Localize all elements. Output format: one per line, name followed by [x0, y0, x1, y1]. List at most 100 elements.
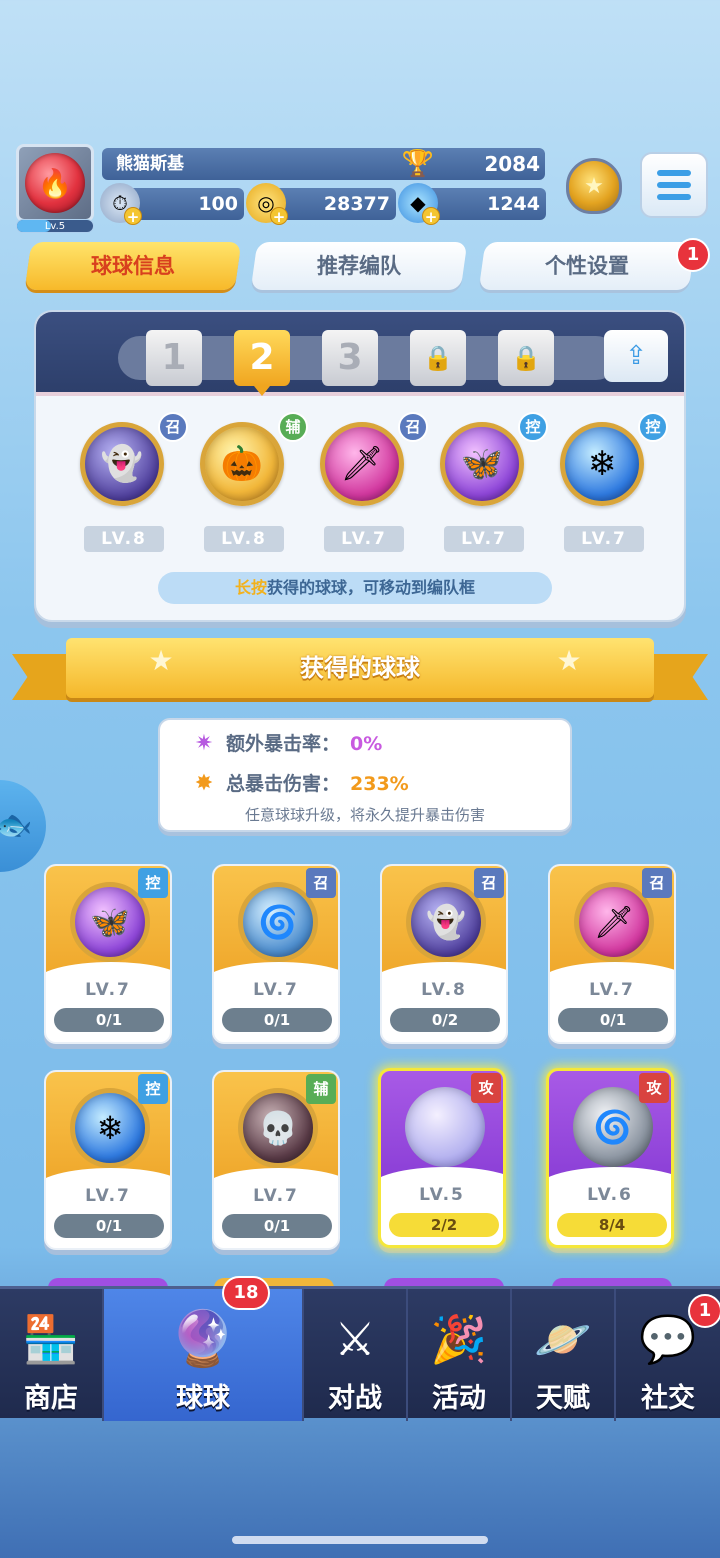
nav-battle-label: 对战 [328, 1383, 382, 1414]
team-slot-2[interactable]: 2 [234, 330, 290, 396]
card-progress: 8/4 [557, 1213, 667, 1237]
ball-card[interactable]: 🦋 控 LV.7 0/1 [44, 864, 172, 1044]
team-slot-bar: 1 2 3 🔒 🔒 ⇪ [36, 312, 684, 396]
team-ball-1[interactable]: 👻 召 [72, 412, 188, 514]
energy-icon[interactable]: ⏱ + [100, 183, 142, 226]
menu-button[interactable] [640, 152, 708, 218]
card-role-tag: 召 [642, 868, 672, 898]
card-role-tag: 控 [138, 868, 168, 898]
card-level: LV.7 [85, 980, 131, 1000]
team-slot-1[interactable]: 1 [146, 330, 202, 386]
fish-side-button[interactable]: 🐟 [0, 780, 46, 872]
card-level: LV.7 [253, 980, 299, 1000]
card-progress-text: 0/1 [95, 1011, 123, 1029]
team-slot-3[interactable]: 3 [322, 330, 378, 386]
trophy-count: 2084 [484, 152, 540, 176]
tab-recommended-team[interactable]: 推荐编队 [250, 242, 468, 290]
card-level: LV.7 [85, 1186, 131, 1206]
card-progress: 0/1 [222, 1214, 332, 1238]
butterfly-icon: 🦋 [440, 422, 524, 506]
nav-events[interactable]: 🎉 活动 [408, 1289, 512, 1421]
share-icon: ⇪ [625, 341, 647, 371]
star-icon: ★ [556, 644, 582, 677]
extra-crit-rate-row: ✷ 额外暴击率： 0% [195, 728, 383, 760]
team-slot-5-locked[interactable]: 🔒 [498, 330, 554, 386]
nav-talent[interactable]: 🪐 天赋 [512, 1289, 616, 1421]
card-progress-text: 0/1 [263, 1011, 291, 1029]
nav-balls-label: 球球 [176, 1383, 230, 1414]
ball-card[interactable]: 🌀 召 LV.7 0/1 [212, 864, 340, 1044]
rank-badge-icon[interactable]: ★ [560, 150, 628, 222]
ball-card[interactable]: 🗡 召 LV.7 0/1 [548, 864, 676, 1044]
ball-card[interactable]: 👻 召 LV.8 0/2 [380, 864, 508, 1044]
crit-damage-icon: ✸ [194, 771, 214, 796]
team-ball-3[interactable]: 🗡 召 [312, 412, 428, 514]
fish-icon: 🐟 [0, 808, 33, 843]
blade-icon: 🗡 [320, 422, 404, 506]
nav-shop[interactable]: 🏪 商店 [0, 1289, 104, 1421]
card-progress-text: 0/2 [431, 1011, 459, 1029]
menu-line [657, 182, 691, 188]
tab-personal-settings[interactable]: 个性设置 [478, 242, 696, 290]
home-indicator[interactable] [232, 1536, 488, 1544]
player-level-badge: Lv.5 [16, 219, 94, 233]
card-progress-text: 8/4 [598, 1216, 626, 1234]
team-hint-text: 获得的球球，可移动到编队框 [267, 578, 476, 597]
add-coin-button[interactable]: + [270, 207, 288, 226]
card-level: LV.7 [253, 1186, 299, 1206]
tab-ball-info-label: 球球信息 [91, 254, 175, 278]
total-crit-damage-value: 233% [350, 773, 409, 795]
add-gem-button[interactable]: + [422, 207, 440, 226]
ball-card[interactable]: 🌀 攻 LV.6 8/4 [546, 1068, 674, 1248]
gem-icon[interactable]: ◆ + [398, 183, 440, 226]
team-ball-1-level: LV.8 [84, 526, 164, 552]
crit-info-box: ✷ 额外暴击率： 0% ✸ 总暴击伤害： 233% 任意球球升级，将永久提升暴击伤害 [158, 718, 572, 832]
star-icon: ★ [148, 644, 174, 677]
ball-card[interactable]: 💀 辅 LV.7 0/1 [212, 1070, 340, 1250]
team-ball-4[interactable]: 🦋 控 [432, 412, 548, 514]
pumpkin-icon: 🎃 [200, 422, 284, 506]
nav-social-label: 社交 [641, 1383, 695, 1414]
card-level: LV.8 [421, 980, 467, 1000]
ball-card[interactable]: 攻 LV.5 2/2 [378, 1068, 506, 1248]
nav-battle[interactable]: ⚔ 对战 [304, 1289, 408, 1421]
team-ball-5-level: LV.7 [564, 526, 644, 552]
menu-line [657, 170, 691, 176]
nav-talent-label: 天赋 [536, 1383, 590, 1414]
extra-crit-rate-value: 0% [350, 733, 383, 755]
team-ball-5[interactable]: ❄ 控 [552, 412, 668, 514]
card-progress: 0/2 [390, 1008, 500, 1032]
player-avatar[interactable]: 🔥 [16, 144, 94, 222]
team-ball-2[interactable]: 🎃 辅 [192, 412, 308, 514]
settings-notification-badge: 1 [676, 238, 710, 272]
team-panel: 1 2 3 🔒 🔒 ⇪ 👻 召 🎃 辅 🗡 召 🦋 控 ❄ 控 LV.8 LV.… [34, 310, 686, 622]
crit-note: 任意球球升级，将永久提升暴击伤害 [244, 806, 485, 824]
crossed-swords-icon: ⚔ [334, 1312, 376, 1366]
tab-ball-info[interactable]: 球球信息 [24, 242, 242, 290]
card-progress-text: 0/1 [263, 1217, 291, 1235]
nav-balls[interactable]: 🔮 球球 [104, 1289, 304, 1421]
lock-icon: 🔒 [511, 344, 541, 372]
share-button[interactable]: ⇪ [604, 330, 668, 382]
crit-rate-icon: ✷ [194, 731, 214, 756]
team-hint: 长按获得的球球，可移动到编队框 [158, 572, 552, 604]
bottom-nav: 🏪 商店 🔮 球球 ⚔ 对战 🎉 活动 🪐 天赋 💬 社交 [0, 1286, 720, 1421]
card-progress: 0/1 [54, 1214, 164, 1238]
card-role-tag: 攻 [639, 1073, 669, 1103]
role-tag-control: 控 [638, 412, 668, 442]
fire-icon: 🔥 [25, 153, 85, 213]
card-role-tag: 召 [306, 868, 336, 898]
role-tag-control: 控 [518, 412, 548, 442]
ball-card[interactable]: ❄ 控 LV.7 0/1 [44, 1070, 172, 1250]
team-ball-2-level: LV.8 [204, 526, 284, 552]
card-level: LV.6 [587, 1185, 633, 1205]
card-progress-text: 0/1 [599, 1011, 627, 1029]
team-slot-4-locked[interactable]: 🔒 [410, 330, 466, 386]
card-progress-text: 0/1 [95, 1217, 123, 1235]
coin-icon[interactable]: ◎ + [246, 183, 288, 226]
tab-recommended-team-label: 推荐编队 [317, 254, 401, 278]
shop-icon: 🏪 [22, 1312, 80, 1366]
add-energy-button[interactable]: + [124, 207, 142, 226]
role-tag-summon: 召 [158, 412, 188, 442]
tab-personal-settings-label: 个性设置 [545, 254, 629, 278]
